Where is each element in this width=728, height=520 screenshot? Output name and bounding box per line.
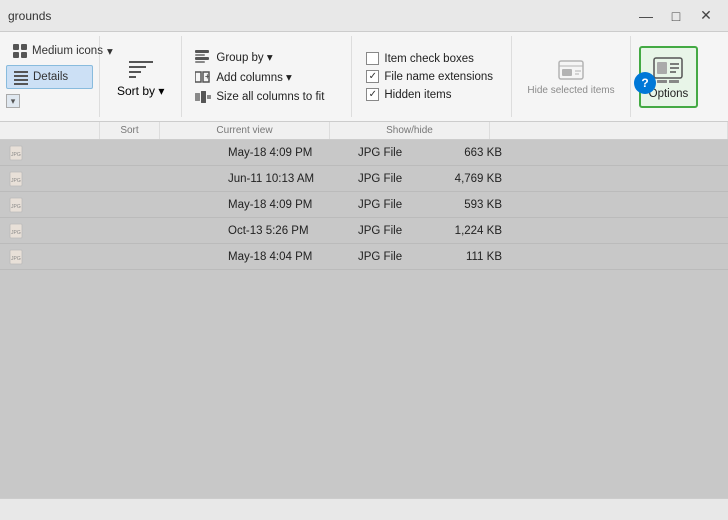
- file-name-cell: JPG: [0, 221, 220, 241]
- date-cell: Jun-11 10:13 AM: [220, 171, 350, 187]
- sort-section: Sort by ▾: [100, 36, 182, 117]
- window-title: grounds: [8, 9, 51, 23]
- sort-label: Sort by ▾: [117, 84, 164, 98]
- size-cell: 111 KB: [430, 249, 510, 265]
- title-bar: grounds — □ ✕: [0, 0, 728, 32]
- type-cell: JPG File: [350, 223, 430, 239]
- file-list: JPG May-18 4:09 PM JPG File 663 KB JPG J…: [0, 140, 728, 498]
- size-cell: 663 KB: [430, 145, 510, 161]
- date-cell: May-18 4:09 PM: [220, 197, 350, 213]
- add-col-icon: +: [195, 70, 211, 84]
- details-label: Details: [33, 71, 68, 83]
- table-row[interactable]: JPG May-18 4:09 PM JPG File 593 KB: [0, 192, 728, 218]
- show-hide-section: Item check boxes File name extensions Hi…: [352, 36, 512, 117]
- jpg-icon: JPG: [8, 171, 24, 187]
- size-cell: 1,224 KB: [430, 223, 510, 239]
- explorer-window: grounds — □ ✕ Medium icons ▾: [0, 0, 728, 520]
- hide-selected-icon: [555, 57, 587, 85]
- size-columns-label: Size all columns to fit: [216, 91, 324, 103]
- type-cell: JPG File: [350, 197, 430, 213]
- svg-text:JPG: JPG: [11, 230, 21, 236]
- item-checkboxes-label: Item check boxes: [384, 53, 473, 65]
- sort-section-label: Sort: [100, 122, 160, 139]
- size-columns-button[interactable]: Size all columns to fit: [190, 88, 343, 106]
- svg-text:JPG: JPG: [11, 204, 21, 210]
- sort-icon: [125, 56, 157, 84]
- window-controls: — □ ✕: [632, 5, 720, 27]
- type-cell: JPG File: [350, 171, 430, 187]
- size-cell: 4,769 KB: [430, 171, 510, 187]
- hidden-items-checkbox: [366, 88, 379, 101]
- jpg-icon: JPG: [8, 249, 24, 265]
- group-icon: [195, 50, 211, 64]
- hide-selected-section: Hide selected items: [512, 36, 630, 117]
- options-label: Options: [649, 88, 689, 100]
- item-checkboxes-checkbox: [366, 52, 379, 65]
- ribbon-label-row: Sort Current view Show/hide: [0, 122, 728, 140]
- size-col-icon: [195, 90, 211, 104]
- current-view-section-label: Current view: [160, 122, 330, 139]
- file-extensions-checkbox: [366, 70, 379, 83]
- file-name-cell: JPG: [0, 169, 220, 189]
- hide-selected-button[interactable]: Hide selected items: [520, 52, 621, 102]
- current-view-section: Group by ▾ + Add columns ▾: [182, 36, 352, 117]
- file-extensions-toggle[interactable]: File name extensions: [364, 69, 499, 84]
- group-by-button[interactable]: Group by ▾: [190, 48, 343, 66]
- table-row[interactable]: JPG May-18 4:09 PM JPG File 663 KB: [0, 140, 728, 166]
- minimize-button[interactable]: —: [632, 5, 660, 27]
- medium-icons-label: Medium icons: [32, 45, 103, 57]
- hidden-items-toggle[interactable]: Hidden items: [364, 87, 499, 102]
- grid-icon: [12, 43, 28, 59]
- add-columns-button[interactable]: + Add columns ▾: [190, 68, 343, 86]
- date-cell: May-18 4:09 PM: [220, 145, 350, 161]
- jpg-icon: JPG: [8, 197, 24, 213]
- maximize-button[interactable]: □: [662, 5, 690, 27]
- help-icon[interactable]: ?: [634, 72, 656, 94]
- close-button[interactable]: ✕: [692, 5, 720, 27]
- status-bar: [0, 498, 728, 520]
- show-hide-section-label: Show/hide: [330, 122, 490, 139]
- file-name-cell: JPG: [0, 195, 220, 215]
- type-cell: JPG File: [350, 145, 430, 161]
- table-row[interactable]: JPG May-18 4:04 PM JPG File 111 KB: [0, 244, 728, 270]
- details-icon: [13, 69, 29, 85]
- jpg-icon: JPG: [8, 223, 24, 239]
- file-extensions-label: File name extensions: [384, 71, 493, 83]
- sort-button[interactable]: Sort by ▾: [108, 51, 173, 103]
- svg-text:JPG: JPG: [11, 256, 21, 262]
- medium-icons-button[interactable]: Medium icons ▾: [6, 40, 93, 62]
- svg-text:JPG: JPG: [11, 152, 21, 158]
- add-columns-label: Add columns ▾: [216, 70, 291, 84]
- jpg-icon: JPG: [8, 145, 24, 161]
- svg-text:+: +: [205, 72, 210, 81]
- date-cell: May-18 4:04 PM: [220, 249, 350, 265]
- date-cell: Oct-13 5:26 PM: [220, 223, 350, 239]
- spacer-label: [0, 122, 100, 139]
- expand-button[interactable]: ▾: [6, 94, 20, 108]
- group-by-label: Group by ▾: [216, 50, 272, 64]
- table-row[interactable]: JPG Jun-11 10:13 AM JPG File 4,769 KB: [0, 166, 728, 192]
- size-cell: 593 KB: [430, 197, 510, 213]
- details-button[interactable]: Details: [6, 65, 93, 89]
- cv-buttons: Group by ▾ + Add columns ▾: [190, 48, 343, 106]
- item-checkboxes-toggle[interactable]: Item check boxes: [364, 51, 499, 66]
- type-cell: JPG File: [350, 249, 430, 265]
- nav-area: Medium icons ▾ Details ▾: [0, 36, 100, 117]
- file-name-cell: JPG: [0, 247, 220, 267]
- hidden-items-label: Hidden items: [384, 89, 451, 101]
- svg-text:JPG: JPG: [11, 178, 21, 184]
- hide-selected-label: Hide selected items: [527, 85, 614, 97]
- file-name-cell: JPG: [0, 143, 220, 163]
- table-row[interactable]: JPG Oct-13 5:26 PM JPG File 1,224 KB: [0, 218, 728, 244]
- options-section-label: [490, 122, 728, 139]
- ribbon: Medium icons ▾ Details ▾: [0, 32, 728, 122]
